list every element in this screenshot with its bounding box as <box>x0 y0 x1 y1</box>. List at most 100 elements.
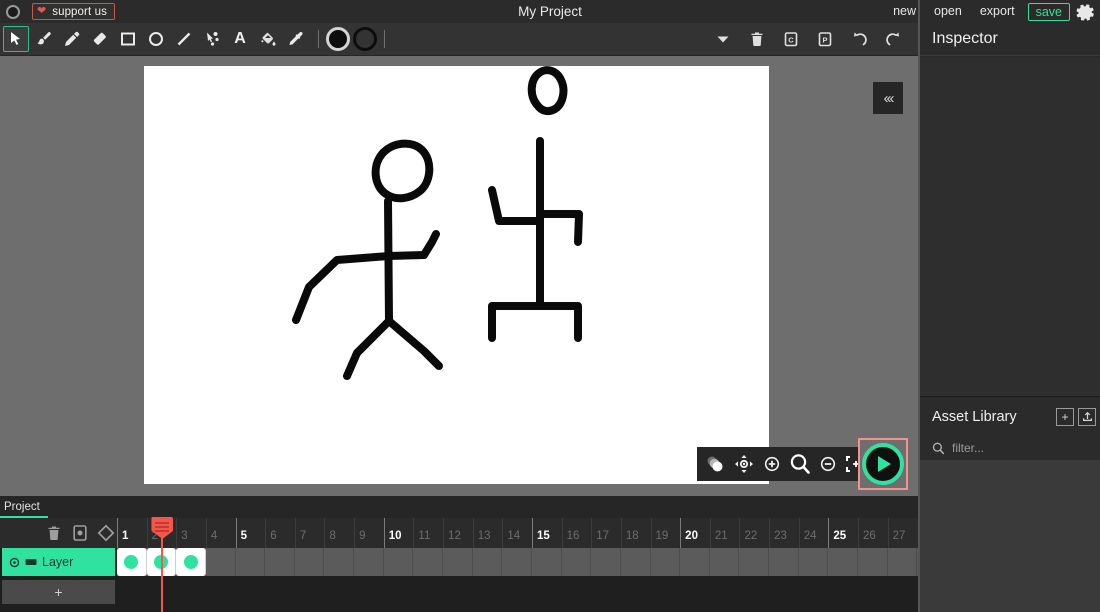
ruler-frame-10[interactable]: 10 <box>383 518 414 548</box>
frame-cell-filled[interactable] <box>176 548 206 576</box>
onion-skin-icon[interactable] <box>703 451 729 477</box>
redo-icon[interactable] <box>880 26 906 52</box>
select-tool[interactable] <box>3 26 29 52</box>
tab-project[interactable]: Project <box>0 501 48 518</box>
menu-new[interactable]: new <box>884 0 925 23</box>
zoom-out-icon[interactable] <box>815 451 841 477</box>
onion-toggle-icon[interactable] <box>25 557 37 567</box>
playhead[interactable] <box>151 517 174 612</box>
ruler-frame-20[interactable]: 20 <box>680 518 710 548</box>
stroke-color-swatch[interactable] <box>353 27 377 51</box>
frame-cell-filled[interactable] <box>117 548 147 576</box>
trash-icon[interactable] <box>744 26 770 52</box>
rectangle-tool[interactable] <box>115 26 141 52</box>
add-frame-icon[interactable] <box>70 523 90 543</box>
ruler-frame-18[interactable]: 18 <box>620 518 651 548</box>
ruler-frame-6[interactable]: 6 <box>265 518 295 548</box>
frame-cell-empty[interactable] <box>236 548 266 576</box>
frame-cell-empty[interactable] <box>354 548 384 576</box>
ruler-frame-1[interactable]: 1 <box>117 518 147 548</box>
ruler-frame-5[interactable]: 5 <box>235 518 266 548</box>
ruler-frame-11[interactable]: 11 <box>413 518 443 548</box>
ruler-frame-4[interactable]: 4 <box>205 518 236 548</box>
gear-icon[interactable] <box>1076 2 1096 22</box>
add-layer-button[interactable]: + <box>2 580 115 604</box>
frame-cell-empty[interactable] <box>888 548 918 576</box>
drawing-canvas[interactable] <box>144 66 769 484</box>
line-tool[interactable] <box>171 26 197 52</box>
zoom-in-icon[interactable] <box>759 451 785 477</box>
frame-cell-empty[interactable] <box>562 548 592 576</box>
ruler-frame-7[interactable]: 7 <box>294 518 325 548</box>
ruler-frame-17[interactable]: 17 <box>591 518 621 548</box>
ruler-frame-12[interactable]: 12 <box>443 518 473 548</box>
frame-cell-empty[interactable] <box>324 548 355 576</box>
pencil-tool[interactable] <box>59 26 85 52</box>
plus-icon[interactable]: + <box>1056 407 1074 426</box>
frame-cell-empty[interactable] <box>413 548 444 576</box>
asset-library-body[interactable] <box>920 460 1100 612</box>
ruler-frame-14[interactable]: 14 <box>502 518 532 548</box>
menu-export[interactable]: export <box>971 0 1024 23</box>
copy-icon[interactable]: C <box>778 26 804 52</box>
fill-color-swatch[interactable] <box>326 27 350 51</box>
ruler-frame-3[interactable]: 3 <box>176 518 206 548</box>
text-tool[interactable]: A <box>227 26 253 52</box>
ruler-frame-8[interactable]: 8 <box>324 518 354 548</box>
ruler-frame-24[interactable]: 24 <box>798 518 829 548</box>
frame-cell-empty[interactable] <box>443 548 473 576</box>
frame-cell-empty[interactable] <box>710 548 740 576</box>
frame-cell-empty[interactable] <box>739 548 770 576</box>
ruler-frame-22[interactable]: 22 <box>739 518 769 548</box>
frame-cell-empty[interactable] <box>384 548 414 576</box>
frame-cell-empty[interactable] <box>502 548 532 576</box>
path-node-tool[interactable] <box>199 26 225 52</box>
ruler-frame-21[interactable]: 21 <box>709 518 740 548</box>
delete-frame-icon[interactable] <box>44 523 64 543</box>
upload-icon[interactable] <box>1078 407 1096 426</box>
eye-icon[interactable] <box>9 557 20 568</box>
ruler-frame-26[interactable]: 26 <box>858 518 888 548</box>
play-button[interactable] <box>858 438 908 490</box>
magnifier-icon[interactable] <box>787 451 813 477</box>
frame-cell-empty[interactable] <box>532 548 562 576</box>
frame-track[interactable] <box>117 548 918 576</box>
save-button[interactable]: save <box>1027 2 1070 21</box>
diamond-icon[interactable] <box>96 523 116 543</box>
chevron-left-triple-icon[interactable]: ‹‹‹ <box>873 82 903 114</box>
ellipse-tool[interactable] <box>143 26 169 52</box>
frame-cell-empty[interactable] <box>769 548 799 576</box>
paste-icon[interactable]: P <box>812 26 838 52</box>
frame-cell-empty[interactable] <box>858 548 888 576</box>
asset-filter-input[interactable]: filter... <box>920 436 1100 460</box>
ruler-frame-23[interactable]: 23 <box>769 518 799 548</box>
frame-cell-empty[interactable] <box>828 548 859 576</box>
frame-cell-empty[interactable] <box>591 548 621 576</box>
ruler-frame-27[interactable]: 27 <box>887 518 918 548</box>
layer-row[interactable]: Layer <box>2 548 115 576</box>
frame-cell-empty[interactable] <box>799 548 829 576</box>
menu-open[interactable]: open <box>925 0 971 23</box>
timeline-ruler[interactable]: 1 2 3 4 5 6 7 8 9 10 11 12 13 14 15 16 17 18 19 20 21 22 23 24 2… <box>117 518 918 548</box>
frame-cell-empty[interactable] <box>206 548 236 576</box>
pan-move-icon[interactable] <box>731 451 757 477</box>
frame-cell-empty[interactable] <box>473 548 503 576</box>
frame-cell-empty[interactable] <box>680 548 710 576</box>
canvas-area[interactable]: ‹‹‹ <box>0 56 918 496</box>
ruler-frame-19[interactable]: 19 <box>650 518 681 548</box>
chevron-down-icon[interactable] <box>710 26 736 52</box>
brush-tool[interactable] <box>31 26 57 52</box>
undo-icon[interactable] <box>846 26 872 52</box>
eraser-tool[interactable] <box>87 26 113 52</box>
eyedropper-tool[interactable] <box>283 26 309 52</box>
frame-cell-empty[interactable] <box>651 548 681 576</box>
ruler-frame-9[interactable]: 9 <box>354 518 384 548</box>
ruler-frame-25[interactable]: 25 <box>828 518 858 548</box>
ruler-frame-13[interactable]: 13 <box>472 518 503 548</box>
ruler-frame-16[interactable]: 16 <box>561 518 592 548</box>
paint-bucket-tool[interactable] <box>255 26 281 52</box>
frame-cell-empty[interactable] <box>265 548 295 576</box>
ruler-frame-15[interactable]: 15 <box>531 518 562 548</box>
frame-cell-empty[interactable] <box>621 548 651 576</box>
frame-cell-empty[interactable] <box>295 548 325 576</box>
